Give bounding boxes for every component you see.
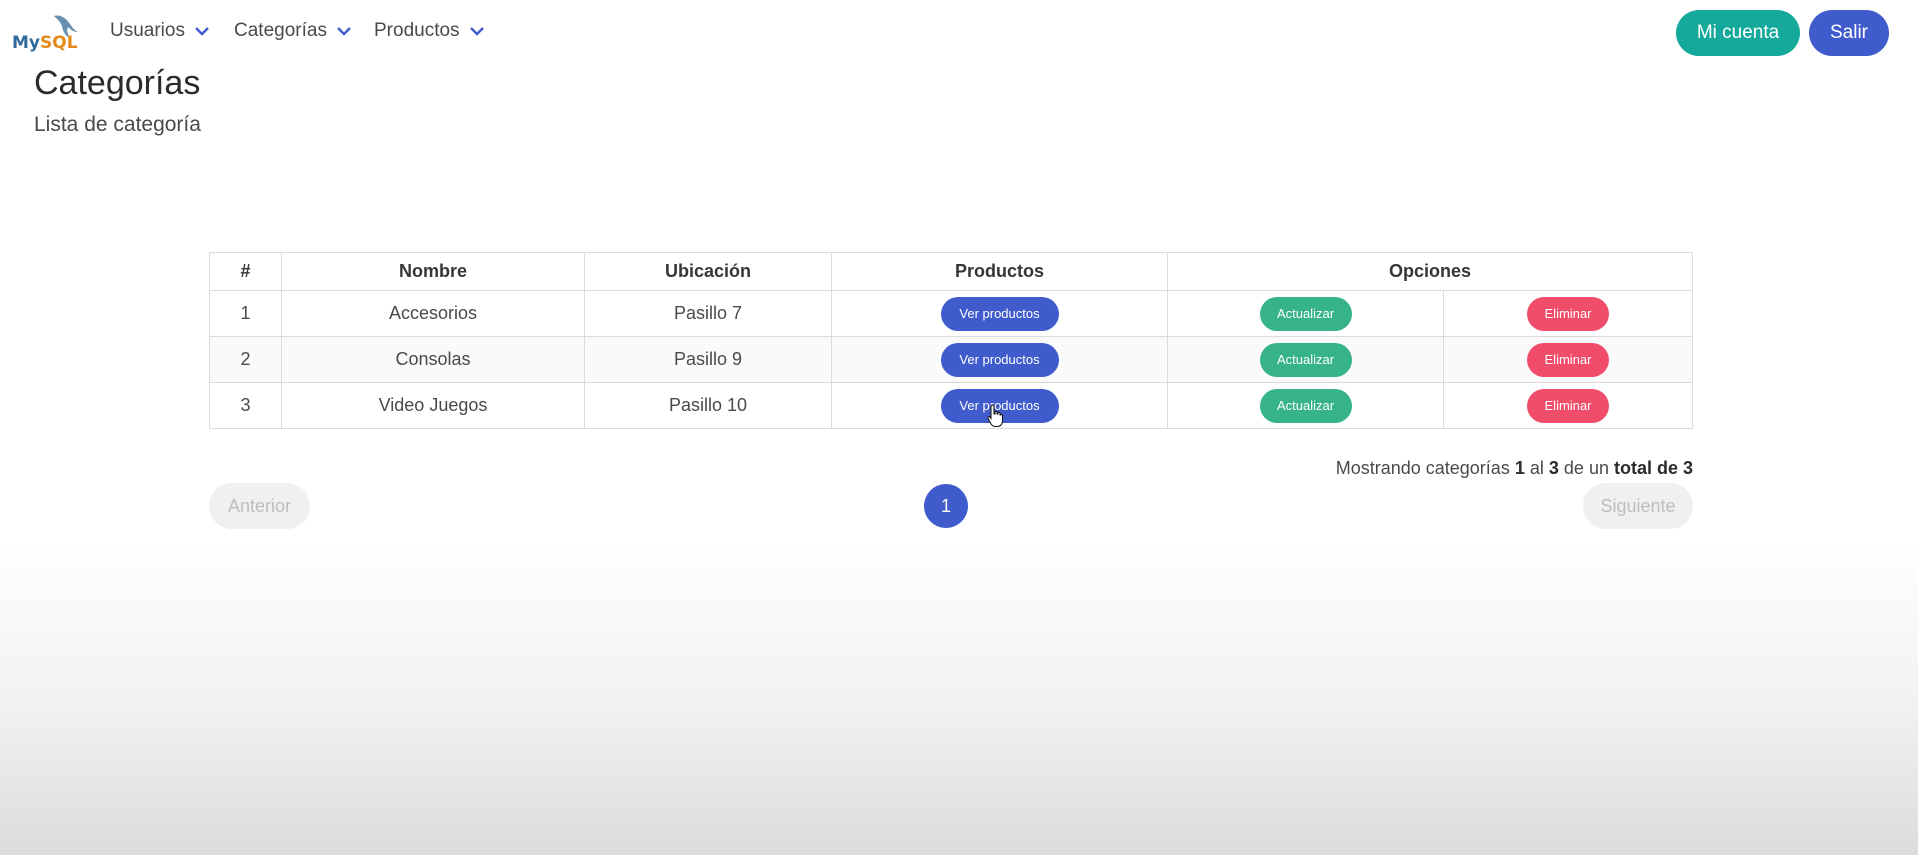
column-header-name: Nombre	[281, 252, 585, 291]
category-name: Accesorios	[281, 290, 585, 337]
summary-from: 1	[1514, 458, 1525, 478]
mysql-logo[interactable]: My SQL	[10, 12, 86, 53]
page-number-button[interactable]: 1	[924, 484, 968, 528]
category-location: Pasillo 7	[584, 290, 832, 337]
category-name: Video Juegos	[281, 382, 585, 429]
row-number: 1	[209, 290, 282, 337]
chevron-down-icon	[469, 27, 484, 36]
delete-button[interactable]: Eliminar	[1527, 388, 1609, 423]
category-location: Pasillo 10	[584, 382, 832, 429]
nav-menu-label: Usuarios	[110, 20, 185, 41]
svg-text:SQL: SQL	[40, 33, 78, 52]
view-products-button[interactable]: Ver productos	[940, 342, 1059, 377]
table-row: 2 Consolas Pasillo 9 Ver productos Actua…	[209, 336, 1693, 383]
summary-to: 3	[1548, 458, 1559, 478]
my-account-button[interactable]: Mi cuenta	[1676, 10, 1800, 56]
chevron-down-icon	[195, 27, 209, 36]
options-cell: Actualizar Eliminar	[1167, 290, 1693, 337]
chevron-down-icon	[337, 27, 351, 36]
next-page-button[interactable]: Siguiente	[1583, 483, 1693, 529]
table-header-row: # Nombre Ubicación Productos Opciones	[209, 252, 1693, 291]
logout-button[interactable]: Salir	[1809, 10, 1889, 56]
delete-button[interactable]: Eliminar	[1527, 296, 1609, 331]
column-header-options: Opciones	[1167, 252, 1693, 291]
hand-pointer-icon	[987, 404, 1003, 427]
summary-total: total de 3	[1613, 458, 1693, 478]
view-products-button[interactable]: Ver productos	[940, 296, 1059, 331]
row-number: 3	[209, 382, 282, 429]
table-row: 3 Video Juegos Pasillo 10 Ver productos …	[209, 382, 1693, 429]
row-number: 2	[209, 336, 282, 383]
category-location: Pasillo 9	[584, 336, 832, 383]
nav-menu-productos[interactable]: Productos	[374, 20, 484, 42]
products-cell: Ver productos	[831, 336, 1168, 383]
summary-middle: al	[1529, 458, 1544, 478]
nav-menu-usuarios[interactable]: Usuarios	[110, 20, 209, 42]
page-subtitle: Lista de categoría	[34, 113, 201, 136]
options-cell: Actualizar Eliminar	[1167, 382, 1693, 429]
nav-menu-categorias[interactable]: Categorías	[234, 20, 351, 42]
svg-text:My: My	[12, 33, 40, 52]
summary-suffix: de un	[1563, 458, 1609, 478]
update-button[interactable]: Actualizar	[1259, 342, 1352, 377]
column-header-location: Ubicación	[584, 252, 832, 291]
categories-table: # Nombre Ubicación Productos Opciones 1 …	[209, 252, 1693, 429]
table-row: 1 Accesorios Pasillo 7 Ver productos Act…	[209, 290, 1693, 337]
delete-button[interactable]: Eliminar	[1527, 342, 1609, 377]
update-button[interactable]: Actualizar	[1259, 388, 1352, 423]
navbar: My SQL Usuarios Categorías Productos Mi …	[0, 0, 1918, 66]
nav-menu-label: Categorías	[234, 20, 327, 41]
options-cell: Actualizar Eliminar	[1167, 336, 1693, 383]
category-name: Consolas	[281, 336, 585, 383]
page-title: Categorías	[34, 64, 201, 102]
column-header-products: Productos	[831, 252, 1168, 291]
summary-prefix: Mostrando categorías	[1335, 458, 1510, 478]
update-button[interactable]: Actualizar	[1259, 296, 1352, 331]
previous-page-button[interactable]: Anterior	[209, 483, 310, 529]
pagination-summary: Mostrando categorías 1 al 3 de un total …	[1336, 458, 1693, 479]
products-cell: Ver productos	[831, 290, 1168, 337]
nav-menu-label: Productos	[374, 20, 460, 41]
column-header-number: #	[209, 252, 282, 291]
